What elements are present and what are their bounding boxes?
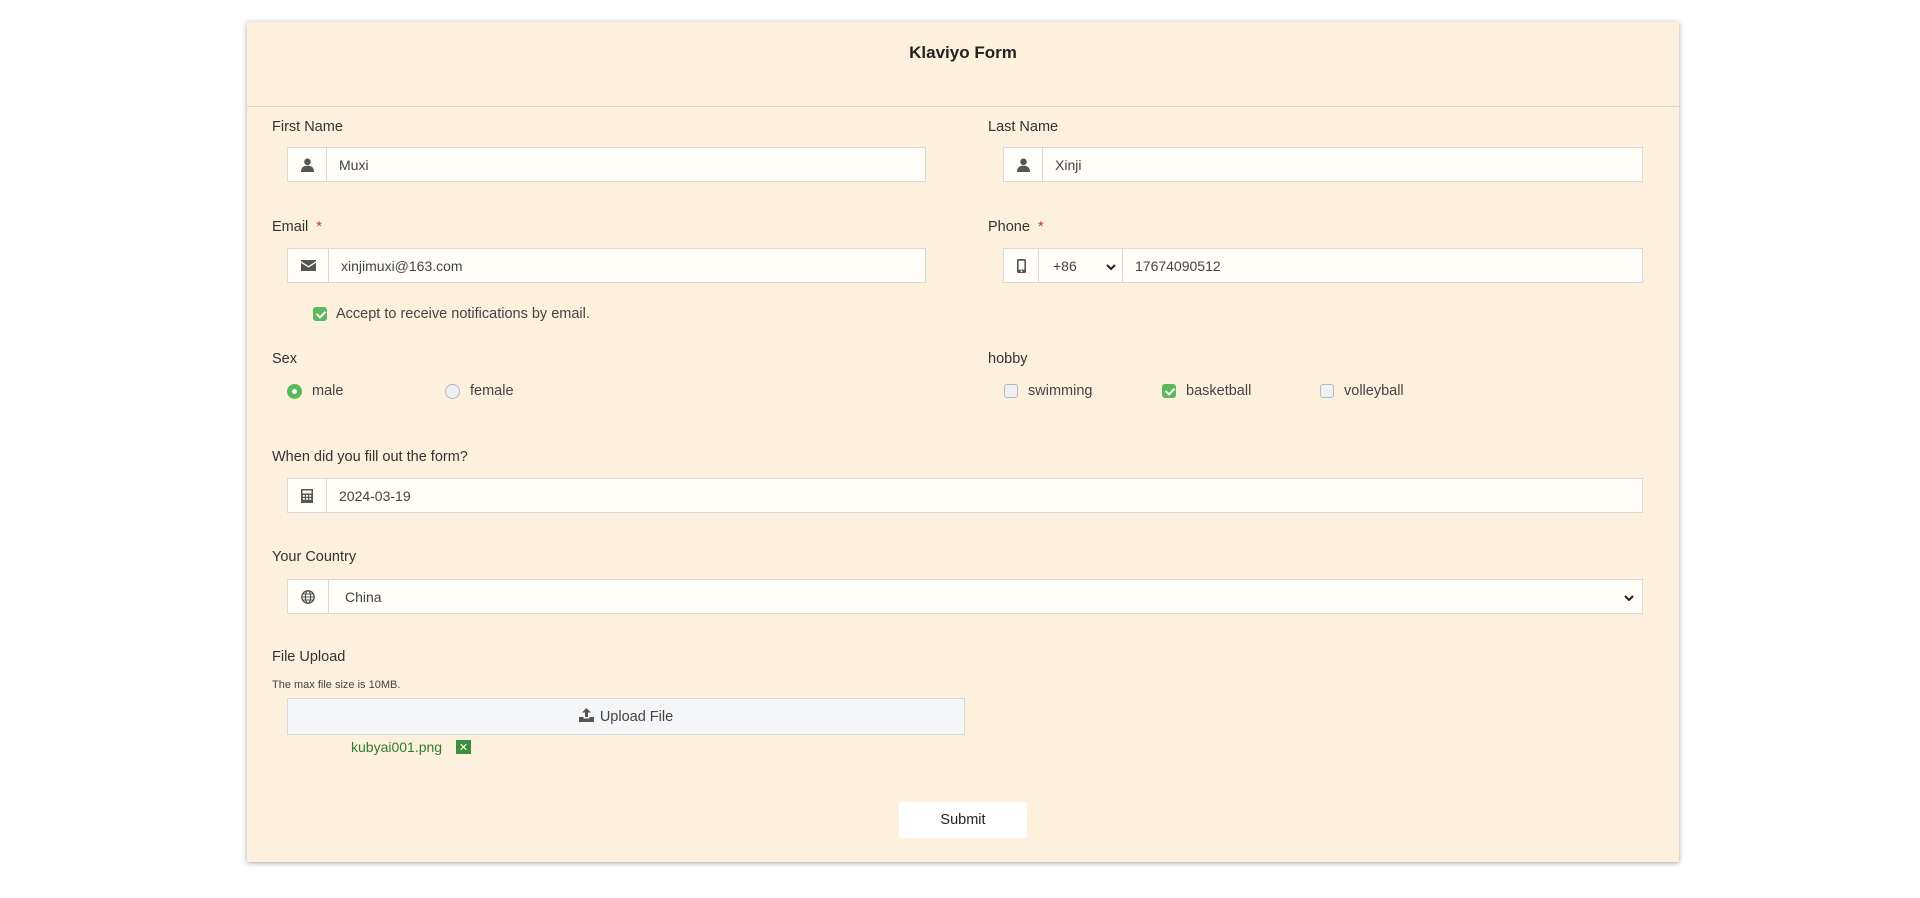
file-size-hint: The max file size is 10MB. bbox=[272, 679, 401, 691]
sex-option-male[interactable]: male bbox=[287, 383, 343, 399]
basketball-label: basketball bbox=[1186, 383, 1252, 399]
user-icon bbox=[288, 148, 327, 181]
volleyball-label: volleyball bbox=[1344, 383, 1404, 399]
form-title: Klaviyo Form bbox=[909, 43, 1017, 62]
country-code-value: +86 bbox=[1053, 257, 1077, 274]
date-input[interactable] bbox=[327, 479, 1642, 512]
phone-field: +86 bbox=[1003, 248, 1643, 283]
sex-label: Sex bbox=[272, 351, 297, 367]
mobile-phone-icon bbox=[1004, 249, 1039, 282]
sex-option-female[interactable]: female bbox=[445, 383, 514, 399]
basketball-checkbox[interactable] bbox=[1162, 384, 1176, 398]
last-name-field bbox=[1003, 147, 1643, 182]
email-field bbox=[287, 248, 926, 283]
last-name-input[interactable] bbox=[1043, 148, 1642, 181]
submit-button[interactable]: Submit bbox=[899, 802, 1027, 838]
calculator-icon bbox=[288, 479, 327, 512]
female-label: female bbox=[470, 383, 514, 399]
phone-label: Phone * bbox=[988, 219, 1044, 235]
female-radio[interactable] bbox=[445, 383, 460, 399]
upload-icon bbox=[578, 707, 600, 726]
country-field: China bbox=[287, 579, 1643, 614]
male-label: male bbox=[312, 383, 344, 399]
volleyball-checkbox[interactable] bbox=[1320, 384, 1334, 398]
male-radio[interactable] bbox=[287, 383, 302, 399]
hobby-option-volleyball[interactable]: volleyball bbox=[1320, 383, 1404, 399]
email-label-text: Email bbox=[272, 219, 309, 235]
form-card: Klaviyo Form First Name Last Name Email *… bbox=[247, 22, 1679, 862]
email-input[interactable] bbox=[329, 249, 925, 282]
uploaded-file-name: kubyai001.png bbox=[351, 739, 443, 755]
date-label: When did you fill out the form? bbox=[272, 449, 468, 465]
email-label: Email * bbox=[272, 219, 322, 235]
chevron-down-icon bbox=[1624, 589, 1634, 605]
email-required-mark: * bbox=[316, 219, 322, 235]
first-name-label: First Name bbox=[272, 119, 343, 135]
remove-file-icon[interactable]: ✕ bbox=[456, 740, 471, 754]
last-name-label: Last Name bbox=[988, 119, 1059, 135]
country-label: Your Country bbox=[272, 549, 357, 565]
notifications-checkbox[interactable]: Accept to receive notifications by email… bbox=[313, 306, 590, 322]
file-upload-label: File Upload bbox=[272, 649, 346, 665]
envelope-icon bbox=[288, 249, 329, 282]
globe-icon bbox=[288, 580, 329, 613]
hobby-label: hobby bbox=[988, 351, 1028, 367]
date-field bbox=[287, 478, 1643, 513]
first-name-input[interactable] bbox=[327, 148, 925, 181]
upload-button-label: Upload File bbox=[599, 708, 674, 725]
first-name-field bbox=[287, 147, 926, 182]
user-icon bbox=[1004, 148, 1043, 181]
upload-file-button[interactable]: Upload File bbox=[287, 698, 965, 735]
phone-input[interactable] bbox=[1123, 249, 1642, 282]
country-value: China bbox=[345, 588, 382, 605]
phone-label-text: Phone bbox=[988, 219, 1030, 235]
phone-required-mark: * bbox=[1037, 219, 1044, 235]
hobby-option-swimming[interactable]: swimming bbox=[1004, 383, 1092, 399]
swimming-checkbox[interactable] bbox=[1004, 384, 1018, 398]
chevron-down-icon bbox=[1106, 258, 1116, 274]
country-select[interactable]: China bbox=[329, 580, 1642, 613]
notifications-label: Accept to receive notifications by email… bbox=[336, 306, 590, 322]
country-code-select[interactable]: +86 bbox=[1039, 249, 1123, 282]
form-header: Klaviyo Form bbox=[247, 22, 1679, 107]
hobby-option-basketball[interactable]: basketball bbox=[1162, 383, 1251, 399]
swimming-label: swimming bbox=[1028, 383, 1093, 399]
notifications-check-mark[interactable] bbox=[313, 307, 327, 321]
